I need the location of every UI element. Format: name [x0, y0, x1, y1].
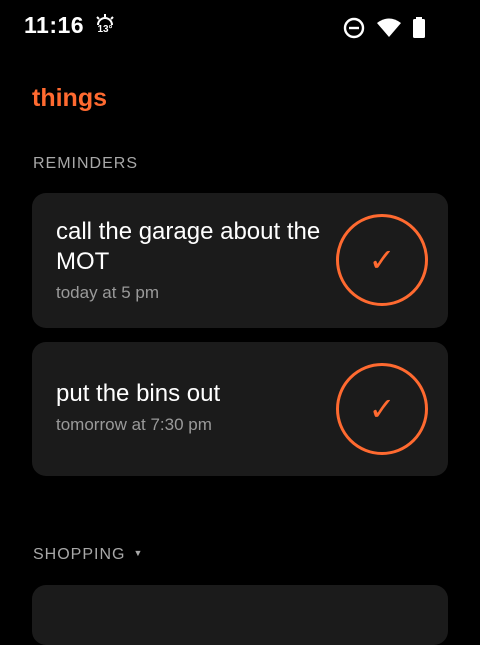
battery-icon: [412, 16, 426, 40]
reminder-due: tomorrow at 7:30 pm: [56, 415, 212, 434]
complete-reminder-button[interactable]: ✓: [336, 363, 428, 455]
shopping-section-label: SHOPPING: [33, 546, 126, 563]
do-not-disturb-icon: [342, 16, 366, 40]
caret-down-icon: ▼: [133, 547, 144, 558]
reminder-card[interactable]: call the garage about the MOT today at 5…: [32, 193, 448, 328]
reminder-text: call the garage about the MOT today at 5…: [56, 217, 326, 304]
shopping-section-toggle[interactable]: SHOPPING ▼: [33, 546, 143, 564]
wifi-icon: [376, 16, 402, 40]
shopping-card[interactable]: [32, 585, 448, 645]
reminders-section-label: REMINDERS: [33, 155, 139, 172]
reminder-text: put the bins out tomorrow at 7:30 pm: [56, 379, 326, 436]
app-title: things: [32, 84, 107, 112]
checkmark-icon: ✓: [368, 242, 396, 278]
complete-reminder-button[interactable]: ✓: [336, 214, 428, 306]
weather-indicator: 13°: [94, 14, 116, 40]
reminder-title: call the garage about the MOT: [56, 218, 321, 275]
reminder-title: put the bins out: [56, 380, 221, 407]
reminder-card[interactable]: put the bins out tomorrow at 7:30 pm ✓: [32, 342, 448, 476]
status-time: 11:16: [24, 12, 85, 38]
status-icons: [342, 16, 426, 40]
checkmark-icon: ✓: [368, 391, 396, 427]
status-bar: 11:16 13°: [0, 0, 480, 56]
reminder-due: today at 5 pm: [56, 283, 160, 302]
weather-temp: 13°: [97, 24, 113, 35]
